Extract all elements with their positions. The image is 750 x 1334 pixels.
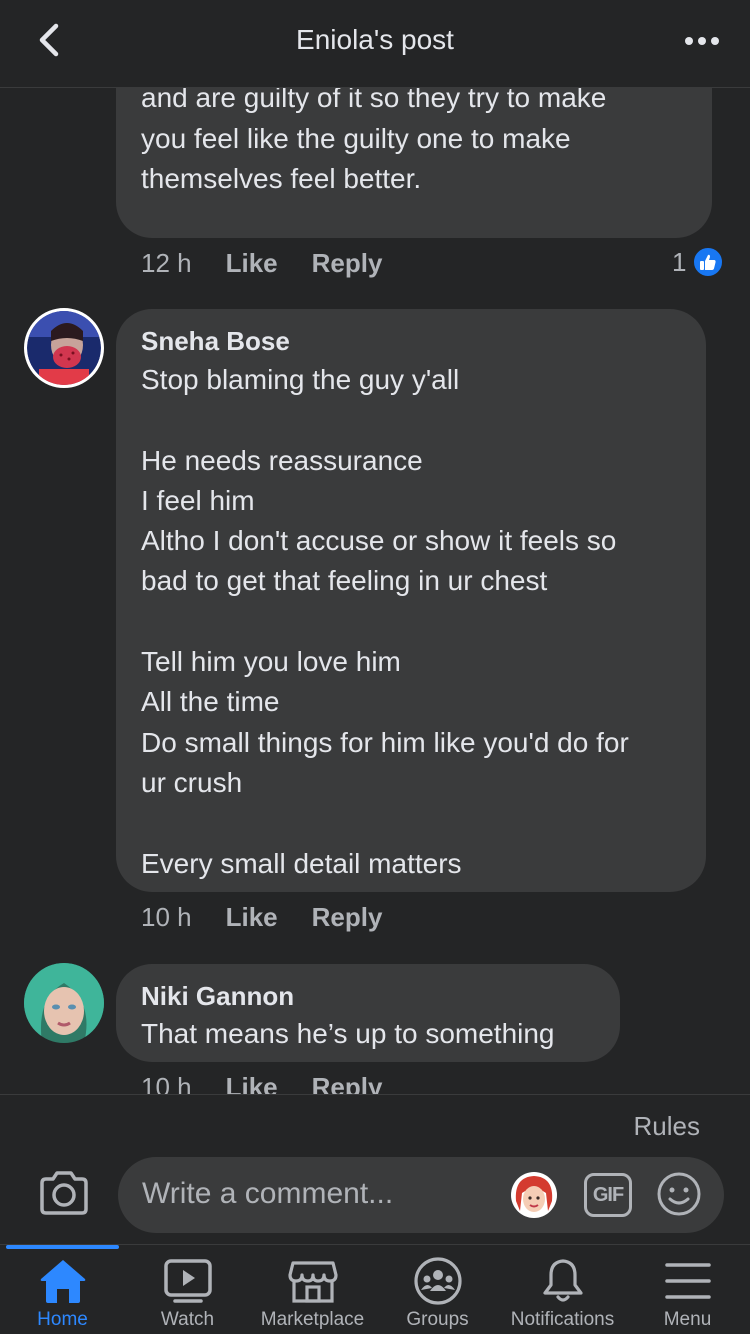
comment-input[interactable]: Write a comment... GIF (118, 1157, 724, 1233)
more-options-icon[interactable] (682, 24, 722, 58)
commenter-name[interactable]: Niki Gannon (141, 980, 294, 1012)
comment-text: them, they are the ones that are doing i… (141, 88, 607, 194)
avatar-sticker-icon[interactable] (510, 1171, 558, 1219)
camera-icon[interactable] (38, 1171, 90, 1215)
comments-feed[interactable]: them, they are the ones that are doing i… (0, 88, 750, 1094)
reply-button[interactable]: Reply (312, 1072, 383, 1094)
comment-text: Stop blaming the guy y'all He needs reas… (141, 364, 629, 879)
top-bar: Eniola's post (0, 0, 750, 88)
tab-menu[interactable]: Menu (625, 1245, 750, 1334)
reaction-count-number: 1 (672, 246, 687, 277)
tab-menu-label: Menu (663, 1309, 712, 1330)
gif-button[interactable]: GIF (584, 1173, 632, 1217)
tab-groups[interactable]: Groups (375, 1245, 500, 1334)
comment-bubble[interactable]: Sneha Bose Stop blaming the guy y'all He… (116, 309, 706, 892)
like-button[interactable]: Like (226, 902, 278, 933)
comment-bubble[interactable]: Niki Gannon That means he’s up to someth… (116, 964, 620, 1062)
commenter-name[interactable]: Sneha Bose (141, 325, 290, 357)
tab-watch-label: Watch (160, 1309, 215, 1330)
bell-icon (543, 1259, 583, 1302)
avatar[interactable] (24, 963, 104, 1043)
reply-button[interactable]: Reply (312, 248, 383, 279)
tab-groups-label: Groups (406, 1309, 469, 1330)
tab-home-label: Home (37, 1309, 88, 1330)
tab-notifications-label: Notifications (510, 1309, 615, 1330)
like-button[interactable]: Like (226, 248, 278, 279)
comment-time: 10 h (141, 902, 192, 932)
bottom-tab-bar: Home Watch Marketplace Groups Notificati… (0, 1244, 750, 1334)
home-icon (40, 1260, 86, 1303)
comment-meta: 10 h Like Reply (141, 1072, 416, 1094)
tab-marketplace[interactable]: Marketplace (250, 1245, 375, 1334)
comment-time: 12 h (141, 248, 192, 278)
comment-text: That means he’s up to something (141, 1018, 555, 1049)
tab-watch[interactable]: Watch (125, 1245, 250, 1334)
comment-time: 10 h (141, 1072, 192, 1094)
comment-bubble[interactable]: them, they are the ones that are doing i… (116, 88, 712, 238)
tab-marketplace-label: Marketplace (260, 1309, 365, 1330)
rules-link[interactable]: Rules (634, 1111, 700, 1142)
reply-button[interactable]: Reply (312, 902, 383, 933)
emoji-icon[interactable] (656, 1171, 702, 1217)
like-button[interactable]: Like (226, 1072, 278, 1094)
tab-notifications[interactable]: Notifications (500, 1245, 625, 1334)
comment-input-placeholder: Write a comment... (142, 1177, 394, 1210)
comment-meta: 10 h Like Reply (141, 902, 416, 933)
reaction-count[interactable]: 1 (672, 246, 725, 278)
groups-icon (414, 1257, 462, 1305)
watch-icon (164, 1259, 212, 1303)
comment-meta: 12 h Like Reply (141, 248, 416, 279)
page-title: Eniola's post (296, 24, 454, 55)
like-reaction-icon (692, 246, 725, 278)
menu-icon (665, 1263, 711, 1299)
tab-home[interactable]: Home (0, 1245, 125, 1334)
avatar[interactable] (24, 308, 104, 388)
comment-composer: Rules Write a comment... GIF (0, 1094, 750, 1244)
marketplace-icon (288, 1261, 338, 1303)
